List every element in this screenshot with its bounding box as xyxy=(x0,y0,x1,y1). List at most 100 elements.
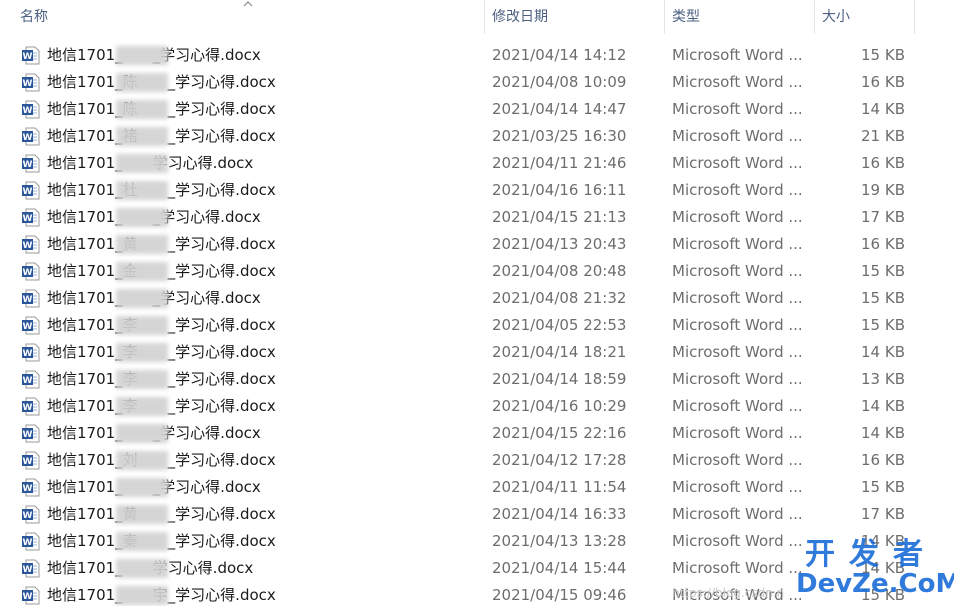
svg-text:W: W xyxy=(23,430,33,440)
file-row[interactable]: W 地信1701_ _学习心得.docx 2021/04/14 14:12 Micro… xyxy=(0,42,954,69)
file-type: Microsoft Word ... xyxy=(672,370,803,388)
privacy-blur xyxy=(116,343,168,362)
privacy-blur xyxy=(116,397,168,416)
privacy-blur xyxy=(116,208,168,227)
file-row[interactable]: W 地信1701_ _学习心得.docx 2021/04/15 21:13 Micro… xyxy=(0,204,954,231)
file-size: 14 KB xyxy=(861,532,905,550)
svg-text:W: W xyxy=(23,160,33,170)
column-separator[interactable] xyxy=(664,0,665,34)
file-type: Microsoft Word ... xyxy=(672,532,803,550)
file-size: 16 KB xyxy=(861,235,905,253)
column-header-type[interactable]: 类型 xyxy=(672,0,812,34)
privacy-blur xyxy=(116,505,168,524)
file-row[interactable]: W 地信1701_ 学习心得.docx 2021/04/14 15:44 Micros… xyxy=(0,555,954,582)
file-size: 14 KB xyxy=(861,100,905,118)
word-document-icon: W xyxy=(21,208,40,227)
file-row[interactable]: W 地信1701_李 _学习心得.docx 2021/04/14 18:21 Micr… xyxy=(0,339,954,366)
file-size: 17 KB xyxy=(861,208,905,226)
file-size: 15 KB xyxy=(861,586,905,604)
file-type: Microsoft Word ... xyxy=(672,289,803,307)
file-type: Microsoft Word ... xyxy=(672,127,803,145)
file-modified-date: 2021/04/16 16:11 xyxy=(492,181,627,199)
word-document-icon: W xyxy=(21,181,40,200)
file-modified-date: 2021/04/15 09:46 xyxy=(492,586,627,604)
file-size: 16 KB xyxy=(861,451,905,469)
file-modified-date: 2021/04/14 14:12 xyxy=(492,46,627,64)
svg-text:W: W xyxy=(23,241,33,251)
file-type: Microsoft Word ... xyxy=(672,262,803,280)
file-modified-date: 2021/04/14 18:21 xyxy=(492,343,627,361)
file-type: Microsoft Word ... xyxy=(672,46,803,64)
privacy-blur xyxy=(116,532,168,551)
file-size: 13 KB xyxy=(861,370,905,388)
file-row[interactable]: W 地信1701_刘 _学习心得.docx 2021/04/12 17:28 Micr… xyxy=(0,447,954,474)
file-type: Microsoft Word ... xyxy=(672,478,803,496)
column-header-size[interactable]: 大小 xyxy=(822,0,912,34)
file-row[interactable]: W 地信1701_黄 _学习心得.docx 2021/04/13 20:43 Micr… xyxy=(0,231,954,258)
file-size: 14 KB xyxy=(861,424,905,442)
word-document-icon: W xyxy=(21,343,40,362)
file-modified-date: 2021/04/13 20:43 xyxy=(492,235,627,253)
file-row[interactable]: W 地信1701_李 _学习心得.docx 2021/04/05 22:53 Micr… xyxy=(0,312,954,339)
file-list: W 地信1701_ _学习心得.docx 2021/04/14 14:12 Micro… xyxy=(0,42,954,606)
file-row[interactable]: W 地信1701_ _学习心得.docx 2021/04/11 11:54 Micro… xyxy=(0,474,954,501)
svg-text:W: W xyxy=(23,295,33,305)
file-row[interactable]: W 地信1701_金 _学习心得.docx 2021/04/08 20:48 Micr… xyxy=(0,258,954,285)
word-document-icon: W xyxy=(21,289,40,308)
word-document-icon: W xyxy=(21,451,40,470)
svg-text:W: W xyxy=(23,484,33,494)
word-document-icon: W xyxy=(21,586,40,605)
svg-text:W: W xyxy=(23,349,33,359)
column-separator[interactable] xyxy=(914,0,915,34)
file-row[interactable]: W 地信1701_陈 _学习心得.docx 2021/04/14 14:47 Micr… xyxy=(0,96,954,123)
file-row[interactable]: W 地信1701_ _学习心得.docx 2021/04/08 21:32 Micro… xyxy=(0,285,954,312)
file-modified-date: 2021/04/08 20:48 xyxy=(492,262,627,280)
file-modified-date: 2021/04/14 14:47 xyxy=(492,100,627,118)
file-type: Microsoft Word ... xyxy=(672,208,803,226)
file-row[interactable]: W 地信1701_杜 _学习心得.docx 2021/04/16 16:11 Micr… xyxy=(0,177,954,204)
svg-text:W: W xyxy=(23,376,33,386)
file-size: 15 KB xyxy=(861,262,905,280)
svg-text:W: W xyxy=(23,457,33,467)
file-row[interactable]: W 地信1701_秦 _学习心得.docx 2021/04/13 13:28 Micr… xyxy=(0,528,954,555)
column-separator[interactable] xyxy=(814,0,815,34)
file-row[interactable]: W 地信1701_褚 _学习心得.docx 2021/03/25 16:30 Micr… xyxy=(0,123,954,150)
file-type: Microsoft Word ... xyxy=(672,343,803,361)
file-size: 16 KB xyxy=(861,154,905,172)
file-size: 15 KB xyxy=(861,316,905,334)
svg-text:W: W xyxy=(23,214,33,224)
file-type: Microsoft Word ... xyxy=(672,316,803,334)
svg-text:W: W xyxy=(23,511,33,521)
file-row[interactable]: W 地信1701_陈 _学习心得.docx 2021/04/08 10:09 Micr… xyxy=(0,69,954,96)
privacy-blur xyxy=(116,370,168,389)
file-size: 19 KB xyxy=(861,181,905,199)
svg-text:W: W xyxy=(23,322,33,332)
file-row[interactable]: W 地信1701_ _学习心得.docx 2021/04/15 22:16 Micro… xyxy=(0,420,954,447)
privacy-blur xyxy=(116,235,168,254)
file-type: Microsoft Word ... xyxy=(672,586,803,604)
file-modified-date: 2021/04/08 21:32 xyxy=(492,289,627,307)
column-separator[interactable] xyxy=(484,0,485,34)
file-modified-date: 2021/04/08 10:09 xyxy=(492,73,627,91)
privacy-blur xyxy=(116,289,168,308)
word-document-icon: W xyxy=(21,262,40,281)
file-row[interactable]: W 地信1701_ 宇_学习心得.docx 2021/04/15 09:46 Micr… xyxy=(0,582,954,606)
word-document-icon: W xyxy=(21,559,40,578)
word-document-icon: W xyxy=(21,46,40,65)
file-size: 15 KB xyxy=(861,289,905,307)
file-row[interactable]: W 地信1701_李 _学习心得.docx 2021/04/16 10:29 Micr… xyxy=(0,393,954,420)
word-document-icon: W xyxy=(21,127,40,146)
column-header-bar: 名称 修改日期 类型 大小 xyxy=(0,0,954,34)
file-size: 21 KB xyxy=(861,127,905,145)
file-modified-date: 2021/04/15 21:13 xyxy=(492,208,627,226)
column-header-date[interactable]: 修改日期 xyxy=(492,0,662,34)
svg-text:W: W xyxy=(23,133,33,143)
privacy-blur xyxy=(116,46,168,65)
file-row[interactable]: W 地信1701_李 _学习心得.docx 2021/04/14 18:59 Micr… xyxy=(0,366,954,393)
file-row[interactable]: W 地信1701_黄 _学习心得.docx 2021/04/14 16:33 Micr… xyxy=(0,501,954,528)
privacy-blur xyxy=(116,478,168,497)
svg-text:W: W xyxy=(23,268,33,278)
svg-text:W: W xyxy=(23,592,33,602)
file-row[interactable]: W 地信1701_ 学习心得.docx 2021/04/11 21:46 Micros… xyxy=(0,150,954,177)
file-size: 15 KB xyxy=(861,478,905,496)
